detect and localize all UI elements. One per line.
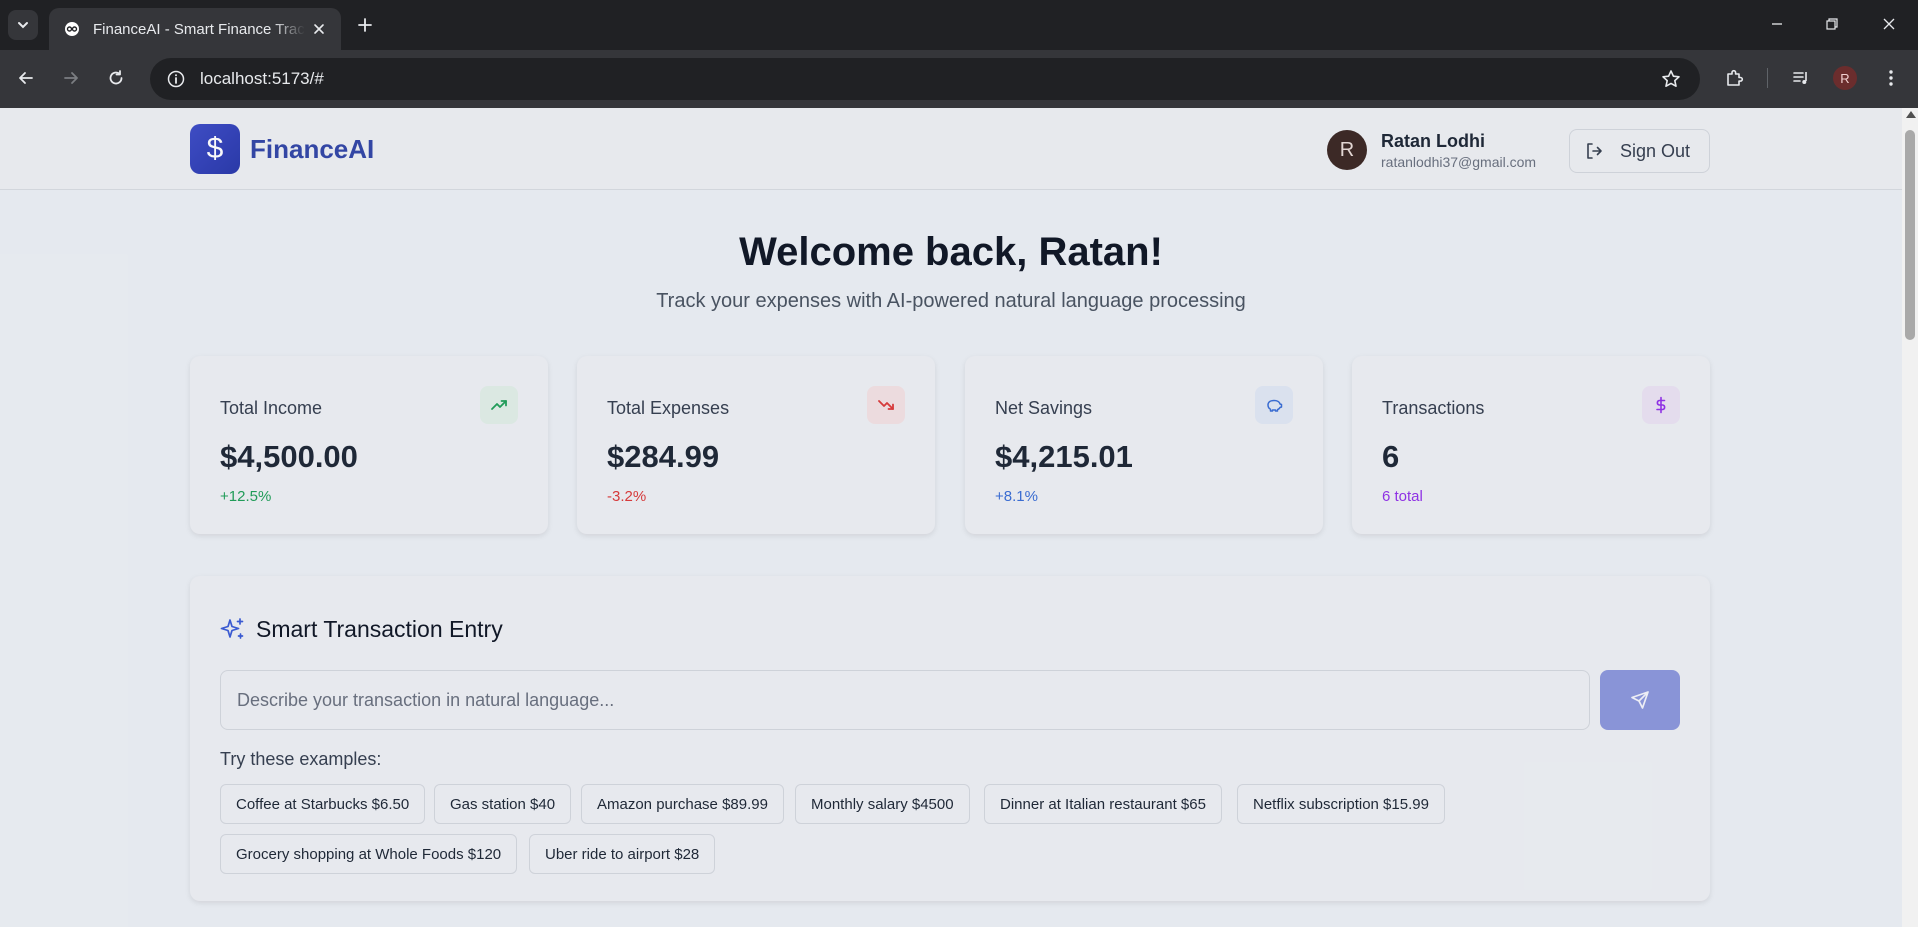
tab-search-button[interactable] — [8, 10, 38, 40]
entry-header: Smart Transaction Entry — [220, 616, 503, 643]
entry-title: Smart Transaction Entry — [256, 616, 503, 642]
reload-icon — [109, 70, 123, 85]
close-icon — [1883, 18, 1895, 30]
trending-up-icon — [480, 386, 518, 424]
chevron-down-icon — [18, 22, 28, 29]
extensions-button[interactable] — [1721, 64, 1749, 92]
example-chip[interactable]: Dinner at Italian restaurant $65 — [984, 784, 1222, 824]
user-info: R Ratan Lodhi ratanlodhi37@gmail.com — [1327, 130, 1536, 170]
logo-text: FinanceAI — [250, 133, 375, 164]
restore-button[interactable] — [1812, 8, 1852, 40]
arrow-right-icon — [64, 72, 78, 84]
app-logo[interactable]: $ FinanceAI — [190, 124, 374, 174]
sign-out-label: Sign Out — [1620, 140, 1691, 161]
browser-tab-strip: FinanceAI - Smart Finance Tracker — [0, 0, 1918, 50]
stat-value: $284.99 — [607, 439, 720, 474]
stat-change: +8.1% — [995, 488, 1038, 505]
close-window-button[interactable] — [1869, 8, 1909, 40]
restore-icon — [1826, 18, 1838, 30]
tab-title: FinanceAI - Smart Finance Tracker — [93, 20, 305, 38]
browser-menu-button[interactable] — [1877, 64, 1905, 92]
sign-out-button[interactable]: Sign Out — [1569, 129, 1710, 173]
stat-value: 6 — [1382, 439, 1400, 474]
playlist-icon — [1793, 72, 1807, 84]
user-email: ratanlodhi37@gmail.com — [1381, 153, 1537, 170]
new-tab-button[interactable] — [352, 12, 378, 38]
send-button[interactable] — [1600, 670, 1680, 730]
example-chip[interactable]: Coffee at Starbucks $6.50 — [220, 784, 426, 824]
stat-value: $4,215.01 — [995, 439, 1133, 474]
example-chip[interactable]: Gas station $40 — [434, 784, 572, 824]
reload-button[interactable] — [100, 62, 132, 94]
dollar-icon — [1642, 386, 1680, 424]
stat-change: -3.2% — [607, 488, 647, 505]
back-button[interactable] — [10, 62, 42, 94]
user-name: Ratan Lodhi — [1381, 130, 1485, 151]
page-subtitle: Track your expenses with AI-powered natu… — [656, 290, 1246, 312]
app-header: $ FinanceAI R Ratan Lodhi ratanlodhi37@g… — [0, 108, 1902, 190]
puzzle-icon — [1727, 69, 1744, 86]
address-bar[interactable]: localhost:5173/# — [150, 58, 1700, 100]
trending-down-icon — [867, 386, 905, 424]
stat-card-transactions: Transactions 6 6 total — [1352, 356, 1710, 534]
media-controls-button[interactable] — [1787, 64, 1815, 92]
toolbar-separator — [1767, 68, 1768, 88]
piggy-bank-icon — [1255, 386, 1293, 424]
minimize-button[interactable] — [1757, 8, 1797, 40]
example-chip[interactable]: Netflix subscription $15.99 — [1237, 784, 1445, 824]
app-favicon-icon — [63, 20, 81, 38]
stat-card-savings: Net Savings $4,215.01 +8.1% — [965, 356, 1323, 534]
smart-entry-card: Smart Transaction Entry Try these exampl… — [190, 576, 1710, 901]
minimize-icon — [1772, 23, 1782, 25]
browser-profile-avatar[interactable]: R — [1833, 66, 1857, 90]
examples-label: Try these examples: — [220, 749, 382, 769]
stat-card-expenses: Total Expenses $284.99 -3.2% — [577, 356, 935, 534]
avatar: R — [1327, 130, 1367, 170]
bookmark-star-icon[interactable] — [1660, 68, 1682, 90]
example-chip[interactable]: Grocery shopping at Whole Foods $120 — [220, 834, 518, 874]
dollar-logo-icon: $ — [190, 124, 240, 174]
page-scrollbar[interactable] — [1902, 108, 1918, 927]
send-icon — [1631, 691, 1649, 709]
stat-change: +12.5% — [220, 488, 272, 505]
arrow-left-icon — [19, 72, 33, 84]
example-chip[interactable]: Amazon purchase $89.99 — [581, 784, 784, 824]
scroll-up-arrow-icon[interactable] — [1906, 111, 1916, 118]
user-meta: Ratan Lodhi ratanlodhi37@gmail.com — [1381, 131, 1536, 170]
sparkles-icon — [220, 617, 244, 639]
stat-change: 6 total — [1382, 488, 1423, 505]
stat-value: $4,500.00 — [220, 439, 358, 474]
stat-card-income: Total Income $4,500.00 +12.5% — [190, 356, 548, 534]
log-out-icon — [1587, 143, 1602, 159]
example-chip[interactable]: Monthly salary $4500 — [795, 784, 970, 824]
browser-tab-active[interactable]: FinanceAI - Smart Finance Tracker — [49, 8, 341, 50]
example-chip[interactable]: Uber ride to airport $28 — [529, 834, 716, 874]
address-url: localhost:5173/# — [200, 69, 324, 88]
stat-label: Total Expenses — [607, 398, 730, 418]
stat-label: Transactions — [1382, 398, 1485, 418]
scrollbar-thumb[interactable] — [1905, 130, 1915, 340]
page-viewport: $ FinanceAI R Ratan Lodhi ratanlodhi37@g… — [0, 108, 1918, 927]
tab-close-icon[interactable] — [309, 19, 329, 39]
plus-icon — [358, 18, 372, 32]
more-vertical-icon — [1889, 70, 1893, 86]
site-info-icon[interactable] — [156, 59, 196, 99]
stat-label: Total Income — [220, 398, 323, 418]
page-title: Welcome back, Ratan! — [739, 230, 1163, 274]
transaction-input[interactable] — [220, 670, 1590, 730]
stat-label: Net Savings — [995, 398, 1093, 418]
forward-button[interactable] — [55, 62, 87, 94]
